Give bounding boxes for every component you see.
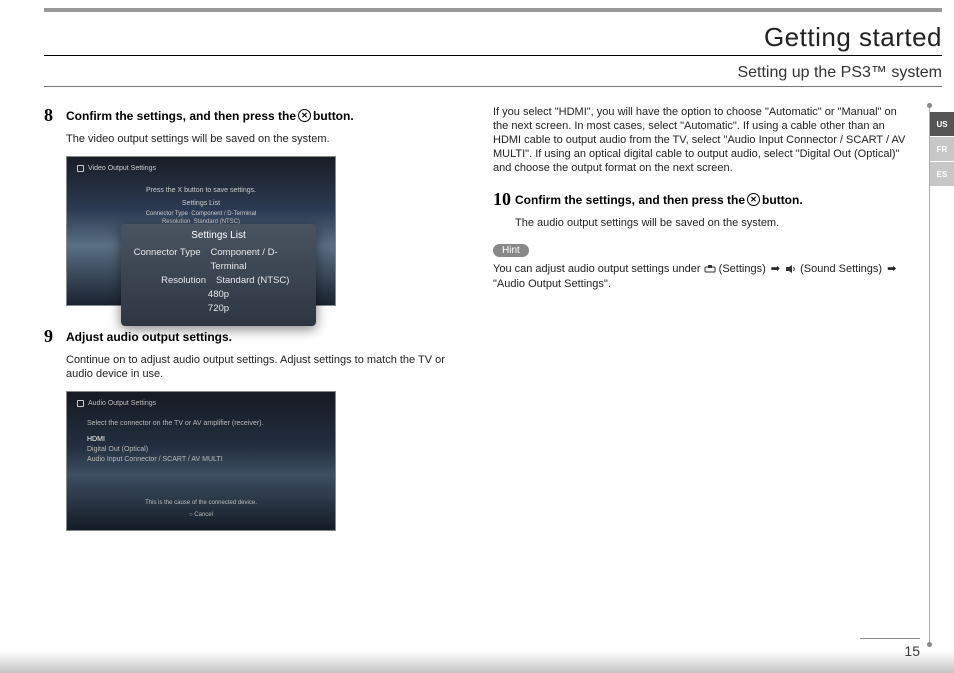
lang-tab-fr[interactable]: FR	[930, 137, 954, 161]
step-10-heading: 10 Confirm the settings, and then press …	[493, 189, 912, 210]
shot1-header-text: Video Output Settings	[88, 165, 156, 172]
shot2-header-text: Audio Output Settings	[88, 400, 156, 407]
gear-icon	[77, 400, 84, 407]
section-rule	[44, 86, 942, 87]
manual-page: Getting started Setting up the PS3™ syst…	[0, 0, 954, 673]
pagenum-rule	[860, 638, 920, 639]
shot2-line1: Select the connector on the TV or AV amp…	[87, 420, 263, 427]
lang-tab-es[interactable]: ES	[930, 162, 954, 186]
gear-icon	[77, 165, 84, 172]
shot2-foot1: This is the cause of the connected devic…	[67, 500, 335, 506]
settings-list-popup: Settings List Connector Type Component /…	[121, 224, 316, 326]
language-tabs: US FR ES	[930, 112, 954, 187]
two-column-layout: 8 Confirm the settings, and then press t…	[44, 105, 942, 551]
popup-r1-value: Component / D-Terminal	[211, 246, 306, 274]
step-8-title: Confirm the settings, and then press the…	[66, 105, 354, 126]
left-column: 8 Confirm the settings, and then press t…	[44, 105, 463, 551]
popup-row-1: Connector Type Component / D-Terminal	[131, 246, 306, 274]
x-button-icon	[747, 193, 760, 206]
lang-tab-us[interactable]: US	[930, 112, 954, 136]
popup-r1-label: Connector Type	[131, 246, 201, 274]
chapter-rule	[44, 55, 942, 56]
chapter-title: Getting started	[44, 22, 942, 53]
right-column: If you select "HDMI", you will have the …	[493, 105, 942, 551]
step-8-title-a: Confirm the settings, and then press the	[66, 108, 296, 124]
section-title: Setting up the PS3™ system	[44, 64, 942, 82]
settings-icon	[704, 264, 716, 274]
hdmi-explanation: If you select "HDMI", you will have the …	[493, 105, 912, 175]
popup-r2-label: Resolution	[131, 274, 206, 288]
step-8-body: The video output settings will be saved …	[66, 132, 463, 146]
hint-b: "Audio Output Settings".	[493, 278, 611, 290]
screenshot-video-output: Video Output Settings Press the X button…	[66, 156, 463, 306]
step-10-title-a: Confirm the settings, and then press the	[515, 192, 745, 208]
arrow-icon: ➡	[887, 262, 896, 277]
hint-text: You can adjust audio output settings und…	[493, 262, 912, 292]
shot2-opt1: HDMI	[87, 436, 105, 443]
arrow-icon: ➡	[771, 262, 780, 277]
popup-r3: 480p	[131, 288, 306, 302]
top-rule	[44, 8, 942, 12]
shot2-opt3: Audio Input Connector / SCART / AV MULTI	[87, 456, 223, 463]
hint-a: You can adjust audio output settings und…	[493, 263, 704, 275]
bottom-fade	[0, 651, 954, 673]
shot1-line3: Connector Type Component / D-Terminal	[67, 211, 335, 217]
step-8-title-b: button.	[313, 108, 354, 124]
shot2-foot2: ○ Cancel	[67, 512, 335, 518]
shot1-line2: Settings List	[67, 200, 335, 207]
step-number-9: 9	[44, 326, 66, 347]
step-9-heading: 9 Adjust audio output settings.	[44, 326, 463, 347]
sound-icon	[785, 264, 797, 274]
popup-r2-value: Standard (NTSC)	[216, 274, 289, 288]
popup-row-2: Resolution Standard (NTSC)	[131, 274, 306, 288]
x-button-icon	[298, 109, 311, 122]
shot2-header: Audio Output Settings	[77, 400, 156, 407]
hint-label: Hint	[493, 244, 529, 257]
step-number-10: 10	[493, 189, 515, 210]
shot2-opt2: Digital Out (Optical)	[87, 446, 148, 453]
screenshot-audio-output: Audio Output Settings Select the connect…	[66, 391, 463, 531]
step-8-heading: 8 Confirm the settings, and then press t…	[44, 105, 463, 126]
hint-settings: (Settings)	[719, 263, 769, 275]
shot1-line1: Press the X button to save settings.	[67, 187, 335, 194]
step-number-8: 8	[44, 105, 66, 126]
shot1-header: Video Output Settings	[77, 165, 156, 172]
step-10-title-b: button.	[762, 192, 803, 208]
step-10-body: The audio output settings will be saved …	[515, 216, 912, 230]
step-10-title: Confirm the settings, and then press the…	[515, 189, 803, 210]
step-9-title: Adjust audio output settings.	[66, 326, 232, 347]
popup-title: Settings List	[131, 230, 306, 241]
popup-r4: 720p	[131, 302, 306, 316]
screenshot-audio-output-image: Audio Output Settings Select the connect…	[66, 391, 336, 531]
hint-block: Hint You can adjust audio output setting…	[493, 240, 912, 292]
step-9-body: Continue on to adjust audio output setti…	[66, 353, 463, 381]
hint-sound: (Sound Settings)	[800, 263, 885, 275]
